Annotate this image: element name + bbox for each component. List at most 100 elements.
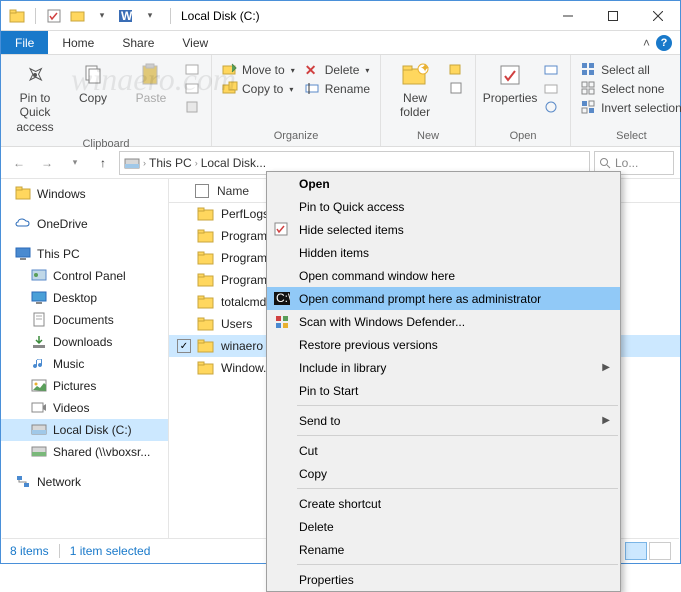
nav-item-windows[interactable]: Windows [1,183,168,205]
qat-wordpad-icon[interactable]: W [116,6,136,26]
ctx-hide-selected-items[interactable]: Hide selected items [267,218,620,241]
view-details-button[interactable] [625,542,647,560]
submenu-arrow-icon: ▶ [602,415,610,426]
nav-item-network[interactable]: Network [1,471,168,493]
nav-item-onedrive[interactable]: OneDrive [1,213,168,235]
nav-item-downloads[interactable]: Downloads [1,331,168,353]
nav-item-control-panel[interactable]: Control Panel [1,265,168,287]
view-icons-button[interactable] [649,542,671,560]
copy-path-button2[interactable] [181,80,205,98]
nav-item-desktop[interactable]: Desktop [1,287,168,309]
column-name[interactable]: Name [217,184,249,198]
ctx-create-shortcut[interactable]: Create shortcut [267,492,620,515]
nav-recent-button[interactable]: ▾ [63,151,87,175]
defender-icon [274,314,290,330]
ctx-properties[interactable]: Properties [267,568,620,591]
delete-button[interactable]: ✕Delete▾ [301,61,374,79]
ctx-scan-with-windows-defender-[interactable]: Scan with Windows Defender... [267,310,620,333]
nav-tree[interactable]: Windows OneDrive This PCControl PanelDeskt… [1,179,169,539]
cmd-icon: C:\ [274,291,290,307]
ribbon-collapse-icon[interactable]: ˄ [643,36,650,50]
ctx-cut[interactable]: Cut [267,439,620,462]
ctx-include-in-library[interactable]: Include in library▶ [267,356,620,379]
rename-button[interactable]: Rename [301,80,374,98]
folder-icon [197,361,215,375]
nav-item-music[interactable]: Music [1,353,168,375]
tab-view[interactable]: View [168,31,222,54]
network-icon [15,474,31,490]
move-to-button[interactable]: Move to▾ [218,61,299,79]
music-icon [31,356,47,372]
disk-icon [31,422,47,438]
nav-item-videos[interactable]: Videos [1,397,168,419]
context-menu-separator [297,488,618,489]
context-menu: OpenPin to Quick accessHide selected ite… [266,171,621,592]
select-all-checkbox[interactable] [195,184,209,198]
copy-path-button[interactable] [181,61,205,79]
select-all-button[interactable]: Select all [577,61,681,79]
tab-home[interactable]: Home [48,31,108,54]
cp-icon [31,268,47,284]
file-checkbox[interactable]: ✓ [177,339,191,353]
qat-explorer-icon[interactable] [7,6,27,26]
ctx-delete[interactable]: Delete [267,515,620,538]
nav-item-documents[interactable]: Documents [1,309,168,331]
nav-forward-button[interactable]: → [35,151,59,175]
properties-button[interactable]: Properties [482,59,538,107]
docs-icon [31,312,47,328]
nav-item-this-pc[interactable]: This PC [1,243,168,265]
invert-selection-button[interactable]: Invert selection [577,99,681,117]
folder-icon [197,251,215,265]
pc-icon [15,246,31,262]
nav-item-local-disk-c-[interactable]: Local Disk (C:) [1,419,168,441]
nav-item-pictures[interactable]: Pictures [1,375,168,397]
win-icon [15,186,31,202]
ctx-open-command-prompt-here-as-administrator[interactable]: C:\Open command prompt here as administr… [267,287,620,310]
history-button[interactable] [540,99,564,117]
ctx-restore-previous-versions[interactable]: Restore previous versions [267,333,620,356]
context-menu-separator [297,435,618,436]
svg-text:W: W [121,9,133,23]
ctx-pin-to-quick-access[interactable]: Pin to Quick access [267,195,620,218]
dl-icon [31,334,47,350]
ctx-open-command-window-here[interactable]: Open command window here [267,264,620,287]
copy-to-button[interactable]: Copy to▾ [218,80,299,98]
edit-button[interactable] [540,80,564,98]
pics-icon [31,378,47,394]
paste-button[interactable]: Paste [123,59,179,107]
ctx-rename[interactable]: Rename [267,538,620,561]
qat-wordpad-dropdown[interactable]: ▾ [140,6,160,26]
qat-properties-icon[interactable] [44,6,64,26]
context-menu-separator [297,405,618,406]
nav-item-shared-vboxsr-[interactable]: Shared (\\vboxsr... [1,441,168,463]
pin-quick-access-button[interactable]: Pin to Quick access [7,59,63,136]
qat-newfolder-icon[interactable] [68,6,88,26]
folder-icon [197,273,215,287]
minimize-button[interactable] [545,1,590,31]
qat-customize-icon[interactable]: ▾ [92,6,112,26]
svg-text:C:\: C:\ [276,291,290,305]
ctx-send-to[interactable]: Send to▶ [267,409,620,432]
open-button[interactable] [540,61,564,79]
ctx-hidden-items[interactable]: Hidden items [267,241,620,264]
easy-access-button[interactable] [445,80,469,98]
ctx-open[interactable]: Open [267,172,620,195]
crumb-local-disk[interactable]: Local Disk... [201,156,266,170]
ribbon-tabs: File Home Share View ˄ ? [1,31,680,55]
nav-back-button[interactable]: ← [7,151,31,175]
paste-shortcut-button[interactable] [181,99,205,117]
crumb-this-pc[interactable]: This PC [149,156,192,170]
folder-icon [197,207,215,221]
copy-button[interactable]: Copy [65,59,121,107]
new-item-button[interactable] [445,61,469,79]
ctx-pin-to-start[interactable]: Pin to Start [267,379,620,402]
select-none-button[interactable]: Select none [577,80,681,98]
tab-file[interactable]: File [1,31,48,54]
nav-up-button[interactable]: ↑ [91,151,115,175]
close-button[interactable] [635,1,680,31]
ctx-copy[interactable]: Copy [267,462,620,485]
tab-share[interactable]: Share [108,31,168,54]
maximize-button[interactable] [590,1,635,31]
help-icon[interactable]: ? [656,35,672,51]
new-folder-button[interactable]: ✦ New folder [387,59,443,122]
